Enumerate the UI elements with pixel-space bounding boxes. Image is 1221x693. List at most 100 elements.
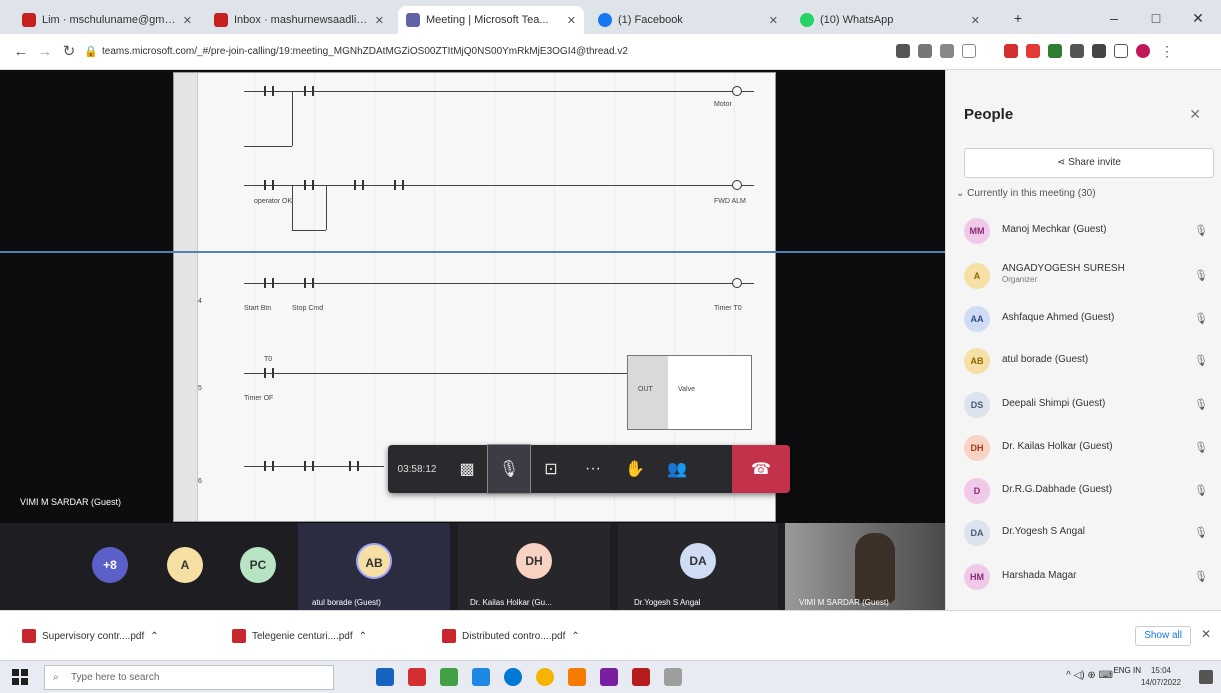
profile-avatar[interactable] bbox=[1136, 44, 1150, 58]
mic-off-icon: 🎙 bbox=[1194, 571, 1208, 583]
close-icon[interactable]: ✕ bbox=[1201, 627, 1211, 641]
participant-row[interactable]: MM Manoj Mechkar (Guest) 🎙 bbox=[964, 210, 1214, 250]
lock-icon[interactable]: 🔒 bbox=[80, 42, 102, 62]
puzzle-icon[interactable] bbox=[1092, 44, 1106, 58]
plc-label: operator OK bbox=[254, 198, 293, 205]
camera-off-icon[interactable]: ▩ bbox=[446, 445, 488, 493]
hang-up-button[interactable]: ☎ bbox=[732, 445, 790, 493]
star-icon[interactable] bbox=[962, 44, 976, 58]
participant-tile[interactable]: PC bbox=[228, 523, 288, 610]
participant-row[interactable]: HM Harshada Magar 🎙 bbox=[964, 556, 1214, 596]
edge-icon[interactable] bbox=[504, 668, 522, 686]
rung-number: 6 bbox=[198, 478, 202, 485]
task-view-icon[interactable] bbox=[376, 668, 394, 686]
browser-tab-active[interactable]: Meeting | Microsoft Tea... ✕ bbox=[398, 6, 584, 34]
chevron-up-icon[interactable]: ⌃ bbox=[571, 631, 579, 642]
participant-name: Dr.Yogesh S Angal bbox=[1002, 526, 1086, 537]
maximize-button[interactable]: □ bbox=[1136, 6, 1176, 30]
close-icon[interactable]: ✕ bbox=[375, 14, 384, 27]
windows-start-icon[interactable] bbox=[12, 669, 28, 685]
browser-tab[interactable]: (10) WhatsApp ✕ bbox=[792, 6, 988, 34]
sidebar-icon[interactable] bbox=[1114, 44, 1128, 58]
participant-tile[interactable]: DA Dr.Yogesh S Angal bbox=[618, 523, 778, 610]
participant-role: Organizer bbox=[1002, 275, 1038, 284]
app-icon[interactable] bbox=[600, 668, 618, 686]
share-invite-button[interactable]: ⋖ Share invite bbox=[964, 148, 1214, 178]
participant-row[interactable]: DA Dr.Yogesh S Angal 🎙 bbox=[964, 512, 1214, 552]
raise-hand-icon[interactable]: ✋ bbox=[614, 445, 656, 493]
chrome-icon[interactable] bbox=[536, 668, 554, 686]
close-icon[interactable]: ✕ bbox=[769, 14, 778, 27]
chevron-up-icon[interactable]: ⌃ bbox=[359, 631, 367, 642]
rung-number: 5 bbox=[198, 385, 202, 392]
back-icon[interactable]: ← bbox=[10, 42, 32, 62]
system-tray[interactable]: ^ ◁) ⊕ ⌨ bbox=[1066, 670, 1113, 681]
browser-tab[interactable]: (1) Facebook ✕ bbox=[590, 6, 786, 34]
browser-tab[interactable]: Inbox · mashurnewsaadlin... ✕ bbox=[206, 6, 392, 34]
mic-off-icon: 🎙 bbox=[1194, 442, 1208, 454]
plc-label: OUT bbox=[638, 386, 653, 393]
file-explorer-icon[interactable] bbox=[568, 668, 586, 686]
overflow-tile[interactable]: +8 bbox=[80, 523, 140, 610]
pdf-icon bbox=[442, 629, 456, 643]
participant-row[interactable]: DH Dr. Kailas Holkar (Guest) 🎙 bbox=[964, 427, 1214, 467]
extension-icon[interactable] bbox=[1026, 44, 1040, 58]
close-icon[interactable]: ✕ bbox=[971, 14, 980, 27]
participant-name: Dr.R.G.Dabhade (Guest) bbox=[1002, 484, 1113, 495]
participant-row[interactable]: DS Deepali Shimpi (Guest) 🎙 bbox=[964, 384, 1214, 424]
avatar: DH bbox=[516, 543, 552, 579]
notification-icon[interactable] bbox=[1199, 670, 1213, 684]
avatar: DA bbox=[964, 520, 990, 546]
reload-icon[interactable]: ↻ bbox=[58, 42, 80, 62]
app-icon[interactable] bbox=[664, 668, 682, 686]
participant-row[interactable]: A ANGADYOGESH SURESH Organizer 🎙 bbox=[964, 255, 1214, 295]
forward-icon[interactable]: → bbox=[34, 42, 56, 62]
participant-video-tile[interactable]: VIMI M SARDAR (Guest) bbox=[785, 523, 945, 610]
participant-tile[interactable]: AB atul borade (Guest) bbox=[298, 523, 450, 610]
menu-icon[interactable]: ⋮ bbox=[1160, 44, 1174, 58]
avatar: DA bbox=[680, 543, 716, 579]
zoom-icon[interactable] bbox=[940, 44, 954, 58]
download-item[interactable]: Telegenie centuri....pdf ⌃ bbox=[232, 623, 367, 649]
participant-name: atul borade (Guest) bbox=[1002, 354, 1089, 365]
in-meeting-header[interactable]: ⌄ Currently in this meeting (30) bbox=[956, 188, 1096, 199]
app-icon[interactable] bbox=[408, 668, 426, 686]
participant-name: Dr. Kailas Holkar (Guest) bbox=[1002, 441, 1113, 452]
close-icon[interactable]: ✕ bbox=[183, 14, 192, 27]
show-all-button[interactable]: Show all bbox=[1135, 626, 1191, 646]
extension-icon[interactable] bbox=[1004, 44, 1018, 58]
app-icon[interactable] bbox=[440, 668, 458, 686]
taskbar-search[interactable]: ⌕ Type here to search bbox=[44, 665, 334, 690]
close-icon[interactable]: ✕ bbox=[1189, 106, 1201, 123]
language-indicator[interactable]: ENG IN bbox=[1113, 665, 1141, 677]
close-icon[interactable]: ✕ bbox=[567, 14, 576, 27]
share-screen-icon[interactable]: ⊡ bbox=[530, 445, 572, 493]
download-item[interactable]: Distributed contro....pdf ⌃ bbox=[442, 623, 580, 649]
divider bbox=[0, 251, 945, 253]
chevron-up-icon[interactable]: ⌃ bbox=[150, 631, 158, 642]
participant-tile[interactable]: A bbox=[155, 523, 215, 610]
participant-tile[interactable]: DH Dr. Kailas Holkar (Gu... bbox=[458, 523, 610, 610]
translate-icon[interactable] bbox=[918, 44, 932, 58]
download-item[interactable]: Supervisory contr....pdf ⌃ bbox=[22, 623, 159, 649]
extension-icon[interactable] bbox=[1048, 44, 1062, 58]
pdf-reader-icon[interactable] bbox=[632, 668, 650, 686]
participant-row[interactable]: AA Ashfaque Ahmed (Guest) 🎙 bbox=[964, 298, 1214, 338]
app-icon[interactable] bbox=[472, 668, 490, 686]
close-window-button[interactable]: ✕ bbox=[1178, 6, 1218, 30]
url-field[interactable]: teams.microsoft.com/_#/pre-join-calling/… bbox=[102, 42, 872, 62]
more-options-icon[interactable]: ··· bbox=[572, 445, 614, 493]
cast-icon[interactable] bbox=[896, 44, 910, 58]
participant-row[interactable]: D Dr.R.G.Dabhade (Guest) 🎙 bbox=[964, 470, 1214, 510]
new-tab-button[interactable]: + bbox=[998, 6, 1038, 30]
tab-title: Inbox · mashurnewsaadlin... bbox=[234, 14, 369, 26]
download-filename: Supervisory contr....pdf bbox=[42, 630, 145, 642]
participants-icon[interactable]: 👥 bbox=[656, 445, 698, 493]
participant-row[interactable]: AB atul borade (Guest) 🎙 bbox=[964, 340, 1214, 380]
minimize-button[interactable]: – bbox=[1094, 6, 1134, 30]
mic-icon[interactable]: 🎙 bbox=[487, 444, 531, 494]
avatar: DH bbox=[964, 435, 990, 461]
browser-tab[interactable]: Lim · mschuluname@gmail... ✕ bbox=[14, 6, 200, 34]
download-icon[interactable] bbox=[1070, 44, 1084, 58]
clock[interactable]: 15:04 14/07/2022 bbox=[1141, 665, 1181, 689]
